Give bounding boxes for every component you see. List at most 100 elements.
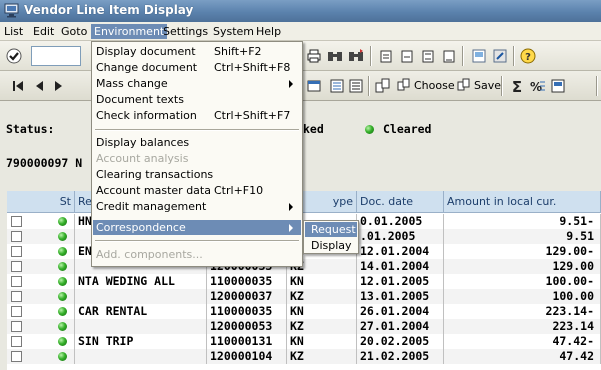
- help-icon[interactable]: ?: [520, 48, 536, 64]
- next-item-icon[interactable]: [50, 78, 66, 94]
- menu-item-display-balances[interactable]: Display balances: [93, 135, 301, 150]
- enter-checkmark-icon[interactable]: [6, 48, 22, 64]
- row-select-checkbox[interactable]: [11, 261, 22, 272]
- menu-item-label: Display document: [96, 45, 196, 58]
- row-select-checkbox[interactable]: [11, 216, 22, 227]
- table-row[interactable]: SIN TRIP 110000131 KN 20.02.2005 47.42-: [7, 334, 601, 349]
- create-session-icon[interactable]: [471, 48, 487, 64]
- submenu-item-request[interactable]: Request: [305, 222, 357, 237]
- toolbar-separator: [596, 76, 598, 96]
- status-cell: [27, 289, 75, 304]
- menu-item-correspondence[interactable]: Correspondence: [93, 220, 301, 235]
- column-header-doc-date[interactable]: Doc. date: [357, 191, 444, 213]
- table-row[interactable]: 120000037 KZ 13.01.2005 100.00: [7, 289, 601, 304]
- menu-goto[interactable]: Goto: [58, 24, 90, 39]
- svg-text:Σ: Σ: [512, 78, 522, 94]
- row-select-checkbox[interactable]: [11, 336, 22, 347]
- command-field[interactable]: [31, 46, 81, 66]
- table-row[interactable]: NTA WEDING ALL 110000035 KN 12.01.2005 100.0…: [7, 274, 601, 289]
- row-select-checkbox[interactable]: [11, 321, 22, 332]
- document-number-cell: 110000035: [207, 304, 287, 319]
- menu-item-shortcut: Ctrl+F10: [214, 184, 264, 197]
- cleared-status-icon: [58, 292, 67, 301]
- amount-cell: 129.00-: [444, 244, 601, 259]
- print-preview-icon[interactable]: [329, 78, 345, 94]
- menu-bar: List Edit Goto Environment Settings Syst…: [0, 22, 601, 41]
- first-page-icon[interactable]: [378, 48, 394, 64]
- menu-item-check-information[interactable]: Check information Ctrl+Shift+F7: [93, 108, 301, 123]
- cleared-status-icon: [58, 277, 67, 286]
- status-cell: [27, 349, 75, 364]
- amount-cell: 47.42-: [444, 334, 601, 349]
- save-layout-button[interactable]: Save: [457, 78, 501, 94]
- export-icon[interactable]: [550, 78, 566, 94]
- menu-item-clearing-transactions[interactable]: Clearing transactions: [93, 167, 301, 182]
- menu-list[interactable]: List: [1, 24, 26, 39]
- menu-edit[interactable]: Edit: [30, 24, 57, 39]
- document-date-cell: 13.01.2005: [357, 289, 444, 304]
- total-icon[interactable]: Σ: [509, 78, 525, 94]
- text-cell: [75, 319, 207, 334]
- previous-page-icon[interactable]: [399, 48, 415, 64]
- menu-item-display-document[interactable]: Display document Shift+F2: [93, 44, 301, 59]
- choose-layout-button[interactable]: Choose: [397, 78, 455, 94]
- row-select-checkbox[interactable]: [11, 351, 22, 362]
- row-select-checkbox[interactable]: [11, 231, 22, 242]
- column-header-amount[interactable]: Amount in local cur.: [444, 191, 601, 213]
- toolbar-separator: [501, 76, 503, 96]
- table-row[interactable]: 120000053 KZ 27.01.2004 223.14: [7, 319, 601, 334]
- menu-item-document-texts[interactable]: Document texts: [93, 92, 301, 107]
- menu-item-account-master-data[interactable]: Account master data Ctrl+F10: [93, 183, 301, 198]
- menu-separator: [95, 240, 299, 242]
- row-select-checkbox[interactable]: [11, 246, 22, 257]
- submenu-item-display[interactable]: Display: [305, 238, 357, 253]
- document-date-cell: 0.01.2005: [357, 214, 444, 229]
- status-cell: [27, 274, 75, 289]
- amount-cell: 9.51-: [444, 214, 601, 229]
- layout-settings-icon[interactable]: [375, 78, 391, 94]
- menu-system[interactable]: System: [210, 24, 257, 39]
- menu-help[interactable]: Help: [253, 24, 284, 39]
- print-icon[interactable]: [306, 48, 322, 64]
- status-value-cleared: Cleared: [383, 122, 432, 136]
- column-header-status[interactable]: St: [7, 191, 75, 213]
- row-select-checkbox[interactable]: [11, 306, 22, 317]
- create-shortcut-icon[interactable]: [492, 48, 508, 64]
- cleared-status-icon: [58, 307, 67, 316]
- menu-item-shortcut: Ctrl+Shift+F8: [214, 61, 291, 74]
- row-select-checkbox[interactable]: [11, 291, 22, 302]
- toolbar-separator: [513, 46, 515, 66]
- last-page-icon[interactable]: [441, 48, 457, 64]
- menu-environment[interactable]: Environment: [91, 24, 168, 39]
- row-select-checkbox[interactable]: [11, 276, 22, 287]
- amount-cell: 9.51: [444, 229, 601, 244]
- table-row[interactable]: CAR RENTAL 110000035 KN 26.01.2004 223.14-: [7, 304, 601, 319]
- layout-icon[interactable]: [306, 78, 322, 94]
- status-cell: [27, 304, 75, 319]
- menu-item-mass-change[interactable]: Mass change: [93, 76, 301, 91]
- status-value-blocked: ked: [303, 122, 324, 136]
- next-page-icon[interactable]: [420, 48, 436, 64]
- menu-item-credit-management[interactable]: Credit management: [93, 199, 301, 214]
- title-bar: Vendor Line Item Display: [0, 0, 601, 22]
- submenu-arrow-icon: [289, 203, 293, 211]
- menu-item-label: Display balances: [96, 136, 190, 149]
- table-row[interactable]: 120000104 KZ 21.02.2005 47.42: [7, 349, 601, 364]
- first-item-icon[interactable]: [10, 78, 26, 94]
- detail-icon[interactable]: [348, 78, 364, 94]
- submenu-arrow-icon: [289, 224, 293, 232]
- document-date-cell: .01.2005: [357, 229, 444, 244]
- find-next-icon[interactable]: [348, 48, 364, 64]
- menu-settings[interactable]: Settings: [160, 24, 211, 39]
- document-date-cell: 27.01.2004: [357, 319, 444, 334]
- previous-item-icon[interactable]: [32, 78, 48, 94]
- toolbar-separator: [368, 76, 370, 96]
- status-cell: [27, 259, 75, 274]
- menu-item-label: Mass change: [96, 77, 168, 90]
- subtotal-icon[interactable]: %: [530, 78, 546, 94]
- status-cell: [27, 244, 75, 259]
- toolbar-separator: [370, 46, 372, 66]
- menu-item-change-document[interactable]: Change document Ctrl+Shift+F8: [93, 60, 301, 75]
- status-label: Status:: [6, 122, 55, 136]
- find-icon[interactable]: [327, 48, 343, 64]
